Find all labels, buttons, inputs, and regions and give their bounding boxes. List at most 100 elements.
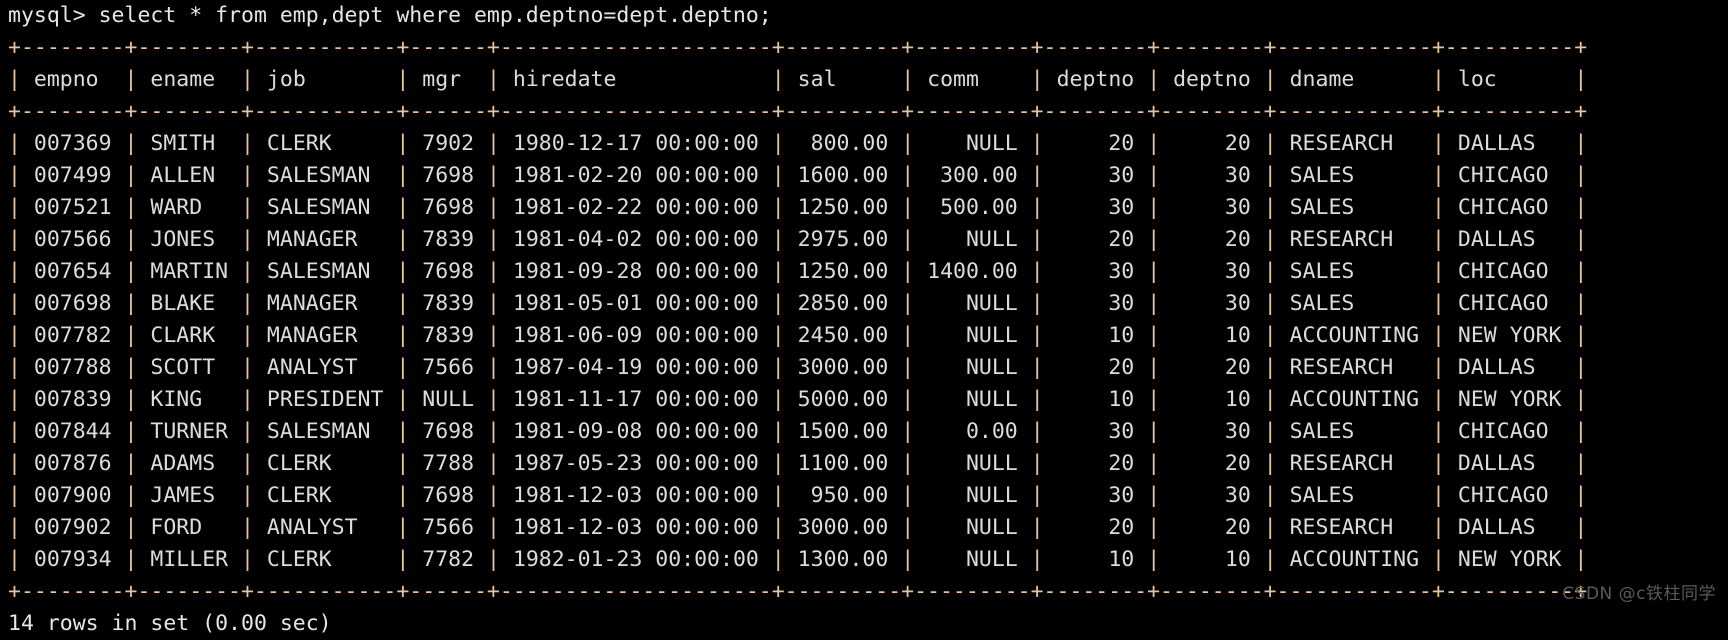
column-separator: | (8, 515, 21, 540)
watermark: CSDN @c铁柱同学 (1562, 584, 1716, 604)
column-separator: | (124, 547, 138, 572)
table-cell: ACCOUNTING (1276, 387, 1433, 412)
column-separator: | (901, 67, 915, 92)
column-separator: | (771, 483, 785, 508)
table-cell: 007934 (20, 547, 125, 572)
table-cell: MANAGER (253, 323, 397, 348)
column-separator: | (1030, 547, 1044, 572)
table-cell: 20 (1043, 355, 1148, 380)
table-cell: DALLAS (1444, 355, 1575, 380)
table-cell: 30 (1043, 483, 1148, 508)
column-separator: | (1147, 163, 1161, 188)
table-cell: 007902 (20, 515, 125, 540)
column-separator: | (8, 227, 21, 252)
column-separator: | (487, 355, 500, 380)
table-cell: 1982-01-23 00:00:00 (499, 547, 772, 572)
table-cell: 10 (1160, 323, 1264, 348)
table-cell: 7839 (409, 227, 487, 252)
column-separator: | (771, 195, 785, 220)
table-row: | 007782 | CLARK | MANAGER | 7839 | 1981… (8, 320, 1720, 352)
column-separator: | (771, 259, 785, 284)
column-separator: | (1030, 67, 1044, 92)
column-separator: | (124, 163, 138, 188)
table-cell: SALES (1276, 291, 1433, 316)
column-separator: | (487, 291, 500, 316)
column-separator: | (1432, 259, 1445, 284)
table-cell: 30 (1043, 291, 1148, 316)
table-cell: 7902 (409, 131, 487, 156)
column-separator: | (396, 547, 410, 572)
column-separator: | (1147, 131, 1161, 156)
table-cell: JAMES (137, 483, 242, 508)
column-separator: | (901, 419, 915, 444)
table-cell: 10 (1043, 547, 1148, 572)
table-cell: ACCOUNTING (1276, 547, 1433, 572)
column-separator: | (1574, 163, 1588, 188)
column-separator: | (8, 419, 21, 444)
column-separator: | (124, 67, 138, 92)
column-separator: | (1263, 259, 1277, 284)
table-cell: 1600.00 (784, 163, 902, 188)
column-separator: | (8, 163, 21, 188)
table-cell: SALESMAN (253, 259, 397, 284)
column-separator: | (124, 131, 138, 156)
table-cell: 7566 (409, 355, 487, 380)
table-cell: NULL (914, 451, 1031, 476)
command-prompt-line[interactable]: mysql> select * from emp,dept where emp.… (8, 0, 1720, 32)
column-separator: | (396, 291, 410, 316)
column-separator: | (124, 419, 138, 444)
table-cell: PRESIDENT (253, 387, 397, 412)
table-cell: 1987-05-23 00:00:00 (499, 451, 772, 476)
table-cell: NULL (914, 131, 1031, 156)
table-cell: 007839 (20, 387, 125, 412)
column-separator: | (241, 67, 254, 92)
column-separator: | (901, 227, 915, 252)
table-cell: CHICAGO (1444, 483, 1575, 508)
column-separator: | (901, 547, 915, 572)
column-separator: | (1147, 451, 1161, 476)
column-separator: | (1574, 67, 1588, 92)
table-cell: 7839 (409, 291, 487, 316)
table-cell: WARD (137, 195, 242, 220)
table-cell: 300.00 (914, 163, 1031, 188)
table-cell: deptno (1043, 67, 1148, 92)
column-separator: | (1147, 323, 1161, 348)
table-cell: MILLER (137, 547, 242, 572)
column-separator: | (241, 291, 254, 316)
column-separator: | (396, 323, 410, 348)
table-row: | 007369 | SMITH | CLERK | 7902 | 1980-1… (8, 128, 1720, 160)
table-cell: 30 (1043, 195, 1148, 220)
column-separator: | (8, 483, 21, 508)
table-cell: TURNER (137, 419, 242, 444)
table-cell: 007844 (20, 419, 125, 444)
column-separator: | (1432, 515, 1445, 540)
table-cell: SALES (1276, 259, 1433, 284)
table-cell: ALLEN (137, 163, 242, 188)
table-cell: 30 (1043, 163, 1148, 188)
table-cell: 30 (1043, 419, 1148, 444)
table-cell: 1981-09-08 00:00:00 (499, 419, 772, 444)
column-separator: | (241, 163, 254, 188)
table-cell: 1981-06-09 00:00:00 (499, 323, 772, 348)
column-separator: | (124, 355, 138, 380)
table-cell: 10 (1160, 387, 1264, 412)
table-cell: 1987-04-19 00:00:00 (499, 355, 772, 380)
column-separator: | (396, 259, 410, 284)
table-cell: SMITH (137, 131, 242, 156)
column-separator: | (1263, 419, 1277, 444)
column-separator: | (1263, 67, 1277, 92)
table-cell: 1980-12-17 00:00:00 (499, 131, 772, 156)
column-separator: | (771, 355, 785, 380)
column-separator: | (1574, 227, 1588, 252)
column-separator: | (1574, 355, 1588, 380)
column-separator: | (487, 547, 500, 572)
column-separator: | (1574, 483, 1588, 508)
table-rule-bottom: +--------+--------+-----------+------+--… (8, 579, 1588, 604)
column-separator: | (771, 131, 785, 156)
column-separator: | (1030, 355, 1044, 380)
column-separator: | (124, 483, 138, 508)
table-cell: NULL (914, 355, 1031, 380)
column-separator: | (1030, 195, 1044, 220)
column-separator: | (1147, 227, 1161, 252)
table-cell: NEW YORK (1444, 547, 1575, 572)
